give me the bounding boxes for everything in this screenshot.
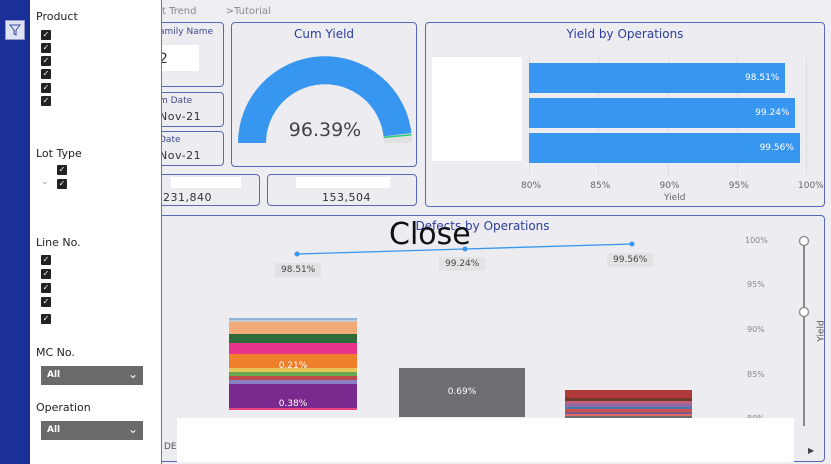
defect-seg-label-3: 0.69% (447, 387, 477, 397)
family-name-label: amily Name (159, 27, 214, 37)
right-tick-100: 100% (745, 236, 768, 245)
breadcrumb: t Trend >Tutorial (162, 6, 297, 17)
filter-toggle-button[interactable] (5, 20, 25, 40)
yield-bar-2[interactable]: 99.24% (529, 98, 796, 128)
product-checkbox-6[interactable]: ✓ (41, 96, 51, 106)
from-date-value: Nov-21 (159, 110, 202, 123)
yield-by-ops-title: Yield by Operations (566, 27, 684, 41)
yield-tick-label: 80% (521, 181, 542, 191)
yield-point-label-3: 99.56% (607, 253, 654, 267)
line-no-checkbox-5[interactable]: ✓ (41, 314, 51, 324)
yield-point-3 (629, 241, 635, 247)
breadcrumb-trend[interactable]: t Trend (162, 6, 196, 17)
yield-tick-label: 90% (659, 181, 680, 191)
cum-yield-gauge (238, 56, 412, 144)
cum-yield-value: 96.39% (288, 119, 362, 141)
close-overlay-text[interactable]: Close (389, 217, 471, 252)
product-checkbox-4[interactable]: ✓ (41, 69, 51, 79)
filter-sidebar-rail (0, 0, 30, 464)
mc-no-dropdown[interactable]: All ⌄ (41, 366, 143, 385)
mc-no-filter-title: MC No. (36, 346, 75, 359)
yield-point-1 (294, 251, 300, 257)
total-label-box (171, 177, 241, 188)
second-total-card: 153,504 (267, 174, 417, 206)
mc-no-dropdown-value: All (47, 370, 61, 380)
right-axis-label: Yield (816, 320, 827, 342)
from-date-label: m Date (159, 96, 193, 106)
product-checkbox-5[interactable]: ✓ (41, 83, 51, 93)
defect-stack1-seg-4[interactable] (229, 334, 357, 343)
dashboard-page: t Trend >Tutorial amily Name 2 m Date No… (0, 0, 831, 464)
defect-stack1-seg-3[interactable] (229, 322, 357, 334)
line-no-checkbox-2[interactable]: ✓ (41, 269, 51, 279)
yield-range-bottom-handle[interactable] (798, 306, 810, 318)
filter-icon (9, 24, 21, 36)
second-total-value: 153,504 (322, 191, 371, 204)
total-value: 231,840 (163, 191, 212, 204)
to-date-value: Nov-21 (159, 149, 202, 162)
defect-stack1-seg-5[interactable] (229, 343, 357, 354)
chevron-down-icon: ⌄ (127, 422, 138, 436)
bottom-axis-text: DE (164, 442, 177, 452)
breadcrumb-tutorial[interactable]: >Tutorial (226, 6, 271, 17)
yield-point-label-2: 99.24% (439, 257, 486, 271)
product-filter-title: Product (36, 10, 78, 23)
yield-bar-3[interactable]: 99.56% (529, 133, 800, 163)
operation-dropdown-value: All (47, 425, 61, 435)
yield-range-top-handle[interactable] (798, 235, 810, 247)
product-checkbox-1[interactable]: ✓ (41, 30, 51, 40)
bottom-axis-strip (177, 418, 794, 462)
line-no-filter-title: Line No. (36, 236, 81, 249)
yield-bar-1[interactable]: 98.51% (529, 63, 786, 93)
yield-axis-label: Yield (664, 193, 686, 203)
yield-tick-label: 85% (590, 181, 611, 191)
cum-yield-card: Cum Yield 96.39% (231, 22, 417, 167)
product-checkbox-3[interactable]: ✓ (41, 56, 51, 66)
defect-seg-label-1: 0.21% (278, 361, 308, 371)
product-checkbox-2[interactable]: ✓ (41, 43, 51, 53)
yield-line-seg-2 (464, 243, 633, 250)
operation-dropdown[interactable]: All ⌄ (41, 421, 143, 440)
lot-type-expand-icon[interactable]: ⌄ (41, 177, 49, 187)
line-no-checkbox-4[interactable]: ✓ (41, 297, 51, 307)
chevron-down-icon: ⌄ (127, 367, 138, 381)
right-tick-85: 85% (747, 370, 765, 379)
yield-tick-label: 100% (798, 181, 824, 191)
right-tick-90: 90% (747, 325, 765, 334)
filter-panel: Product ✓ ✓ ✓ ✓ ✓ ✓ Lot Type ✓ ⌄ ✓ Line … (30, 0, 162, 464)
lot-type-checkbox-2[interactable]: ✓ (57, 179, 67, 189)
defect-seg-label-2: 0.38% (278, 399, 308, 409)
yield-ops-label-area (432, 57, 522, 161)
defect-stack3-seg-1[interactable] (565, 390, 692, 398)
lot-type-filter-title: Lot Type (36, 147, 82, 160)
lot-type-checkbox-1[interactable]: ✓ (57, 165, 67, 175)
line-no-checkbox-3[interactable]: ✓ (41, 283, 51, 293)
yield-gridline (806, 57, 807, 175)
yield-point-label-1: 98.51% (275, 263, 322, 277)
scroll-right-icon[interactable]: ▶ (808, 446, 814, 455)
yield-by-ops-card: Yield by Operations 80% 85% 90% 95% 100% 98.5… (425, 22, 825, 207)
to-date-label: Date (159, 135, 181, 145)
yield-tick-label: 95% (728, 181, 749, 191)
operation-filter-title: Operation (36, 401, 91, 414)
right-tick-95: 95% (747, 280, 765, 289)
second-total-label-box (296, 177, 390, 188)
line-no-checkbox-1[interactable]: ✓ (41, 255, 51, 265)
